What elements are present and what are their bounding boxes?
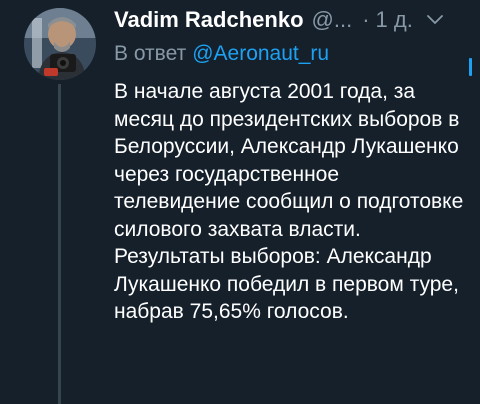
- reply-context: В ответ @Aeronaut_ru: [114, 38, 464, 70]
- reply-prefix: В ответ: [114, 42, 187, 65]
- chevron-down-icon[interactable]: [426, 15, 443, 25]
- thread-line: [58, 84, 61, 404]
- tweet-content: Vadim Radchenko @... · 1 д. В ответ @Aer…: [114, 0, 464, 326]
- tweet-text-paragraph: Результаты выборов: Александр Лукашенко …: [114, 245, 459, 323]
- avatar[interactable]: [24, 8, 96, 80]
- reply-mention-link[interactable]: @Aeronaut_ru: [192, 42, 329, 66]
- tweet-text: В начале августа 2001 года, за месяц до …: [114, 78, 464, 326]
- tweet-header: Vadim Radchenko @... · 1 д.: [114, 2, 464, 38]
- avatar-column: [24, 8, 96, 80]
- scrollbar[interactable]: [469, 58, 472, 76]
- author-display-name[interactable]: Vadim Radchenko: [114, 7, 304, 33]
- tweet-timestamp[interactable]: 1 д.: [376, 7, 413, 33]
- tweet-text-paragraph: В начале августа 2001 года, за месяц до …: [114, 80, 464, 241]
- tweet[interactable]: Vadim Radchenko @... · 1 д. В ответ @Aer…: [0, 0, 480, 404]
- avatar-photo: [24, 8, 96, 80]
- separator-dot: ·: [362, 7, 370, 32]
- author-handle[interactable]: @...: [312, 7, 353, 33]
